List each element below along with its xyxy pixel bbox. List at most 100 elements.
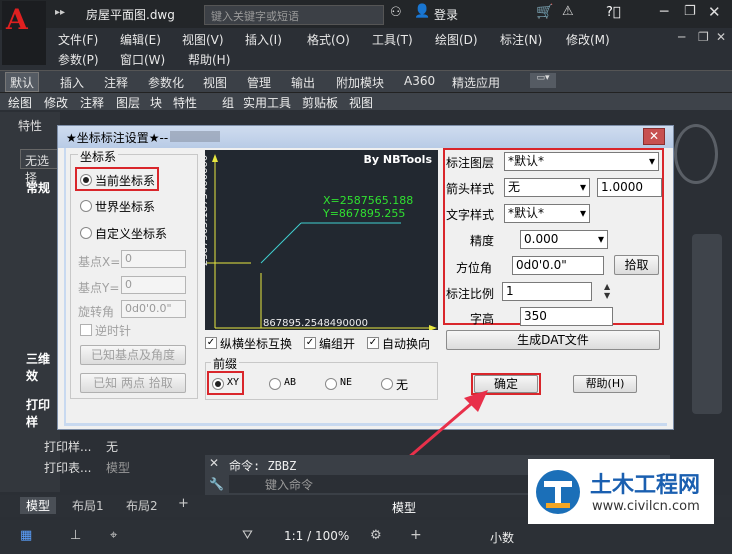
arrow-style-select[interactable]: 无 [504,178,590,197]
tab-layout1[interactable]: 布局1 [72,497,104,514]
restore-button[interactable]: ❐ [684,4,696,19]
binoculars-icon[interactable]: ⚇ [390,5,402,20]
menu-window[interactable]: 窗口(W) [120,51,165,68]
dialog-titlebar[interactable]: ★坐标标注设置★-- ✕ [58,126,673,148]
tab-featured[interactable]: 精选应用 [452,74,500,91]
ccw-checkbox[interactable]: 逆时针 [80,322,150,338]
help-button[interactable]: 帮助(H) [573,375,637,393]
panel-properties[interactable]: 特性 [173,94,197,111]
auto-flip-checkbox[interactable]: ✓ 自动换向 [367,335,437,351]
doc-close-icon[interactable]: ✕ [716,30,726,44]
group-on-checkbox[interactable]: ✓ 编组开 [304,335,364,351]
rotate-field[interactable]: 0d0'0.0" [121,300,186,318]
menu-modify[interactable]: 修改(M) [566,31,610,48]
app-logo[interactable]: A [2,1,46,65]
radio-current-coord[interactable]: 当前坐标系 [80,172,158,188]
user-icon[interactable]: 👤 [414,4,430,19]
radio-custom-coord[interactable]: 自定义坐标系 [80,225,180,241]
scale-readout[interactable]: 1:1 / 100% [284,529,349,543]
menu-parameters[interactable]: 参数(P) [58,51,99,68]
radio-world-coord[interactable]: 世界坐标系 [80,198,170,214]
doc-minimize-icon[interactable]: ─ [678,30,685,44]
close-button[interactable]: ✕ [708,3,721,21]
ortho-icon[interactable]: ⌖ [110,528,117,543]
plot-table-row[interactable]: 打印表... 模型 [40,458,205,476]
tab-a360[interactable]: A360 [404,74,435,88]
dialog-close-button[interactable]: ✕ [643,128,665,145]
command-close-icon[interactable]: ✕ [209,456,219,470]
known-two-points-button[interactable]: 已知 两点 拾取 [80,373,186,393]
panel-block[interactable]: 块 [150,94,162,111]
quick-access-arrows[interactable]: ▸▸ [55,7,65,18]
cart-icon[interactable]: 🛒 [536,4,553,20]
menu-edit[interactable]: 编辑(E) [120,31,161,48]
layer-select[interactable]: *默认* [504,152,659,171]
pick-button[interactable]: 拾取 [614,255,659,275]
login-link[interactable]: 登录 [434,6,458,23]
menu-help[interactable]: 帮助(H) [188,51,230,68]
menu-draw[interactable]: 绘图(D) [435,31,478,48]
tab-layout2[interactable]: 布局2 [126,497,158,514]
tab-view[interactable]: 视图 [203,74,227,91]
panel-view[interactable]: 视图 [349,94,373,111]
menu-format[interactable]: 格式(O) [307,31,350,48]
known-base-angle-button[interactable]: 已知基点及角度 [80,345,186,365]
tab-parametric[interactable]: 参数化 [148,74,184,91]
annotation-scale-icon[interactable]: ⛛ [242,528,253,543]
base-y-field[interactable]: 0 [121,276,186,294]
tab-model[interactable]: 模型 [20,497,57,514]
generate-dat-button[interactable]: 生成DAT文件 [446,330,660,350]
text-style-select[interactable]: *默认* [504,204,590,223]
base-x-field[interactable]: 0 [121,250,186,268]
navigation-bar[interactable] [692,234,722,414]
panel-layers[interactable]: 图层 [116,94,140,111]
plot-style-row[interactable]: 打印样... 无 [40,437,205,455]
tab-annotate[interactable]: 注释 [104,74,128,91]
help-icon[interactable]: ?⃝ [606,5,621,20]
status-model[interactable]: 模型 [392,499,416,516]
tab-default[interactable]: 默认 [5,72,40,92]
text-height-field[interactable]: 350 [520,307,613,326]
wrench-icon[interactable]: 🔧 [209,477,224,491]
panel-modify[interactable]: 修改 [44,94,68,111]
plus-icon[interactable]: + [410,527,422,543]
radio-prefix-ab[interactable]: AB [269,376,299,392]
units-readout[interactable]: 小数 [490,529,514,546]
search-input[interactable]: 键入关键字或短语 [204,5,384,25]
arrow-size-field[interactable]: 1.0000 [597,178,662,197]
menu-tools[interactable]: 工具(T) [372,31,413,48]
viewcube[interactable] [674,124,718,184]
ribbon-options-icon[interactable]: ▭▾ [530,73,556,88]
menu-dimension[interactable]: 标注(N) [500,31,542,48]
settings-icon[interactable]: ⚙ [370,528,382,543]
section-general[interactable]: 常规 [26,179,50,196]
scale-field[interactable]: 1 [502,282,592,301]
section-plot[interactable]: 打印样 [26,396,60,430]
panel-draw[interactable]: 绘图 [8,94,32,111]
panel-utilities[interactable]: 实用工具 [243,94,291,111]
radio-prefix-xy[interactable]: XY [212,376,242,392]
scale-spinner[interactable]: ▲ ▼ [604,282,616,301]
radio-prefix-ne[interactable]: NE [325,376,355,392]
precision-select[interactable]: 0.000 [520,230,608,249]
menu-file[interactable]: 文件(F) [58,31,98,48]
command-input[interactable]: 键入命令 [229,475,529,493]
triangle-icon[interactable]: ⚠ [562,4,574,19]
tab-output[interactable]: 输出 [291,74,315,91]
section-3d[interactable]: 三维效 [26,350,60,384]
add-layout-icon[interactable]: + [178,496,189,511]
panel-group[interactable]: 组 [222,94,234,111]
doc-restore-icon[interactable]: ❐ [698,30,709,44]
tab-addins[interactable]: 附加模块 [336,74,384,91]
menu-view[interactable]: 视图(V) [182,31,224,48]
minimize-button[interactable]: ─ [660,4,668,20]
menu-insert[interactable]: 插入(I) [245,31,282,48]
swap-xy-checkbox[interactable]: ✓ 纵横坐标互换 [205,335,300,351]
grid-icon[interactable]: ▦ [20,528,32,543]
selection-dropdown[interactable]: 无选择 [20,149,60,185]
tab-manage[interactable]: 管理 [247,74,271,91]
panel-annotate[interactable]: 注释 [80,94,104,111]
tab-insert[interactable]: 插入 [60,74,84,91]
azimuth-field[interactable]: 0d0'0.0" [512,256,604,275]
panel-clipboard[interactable]: 剪贴板 [302,94,338,111]
